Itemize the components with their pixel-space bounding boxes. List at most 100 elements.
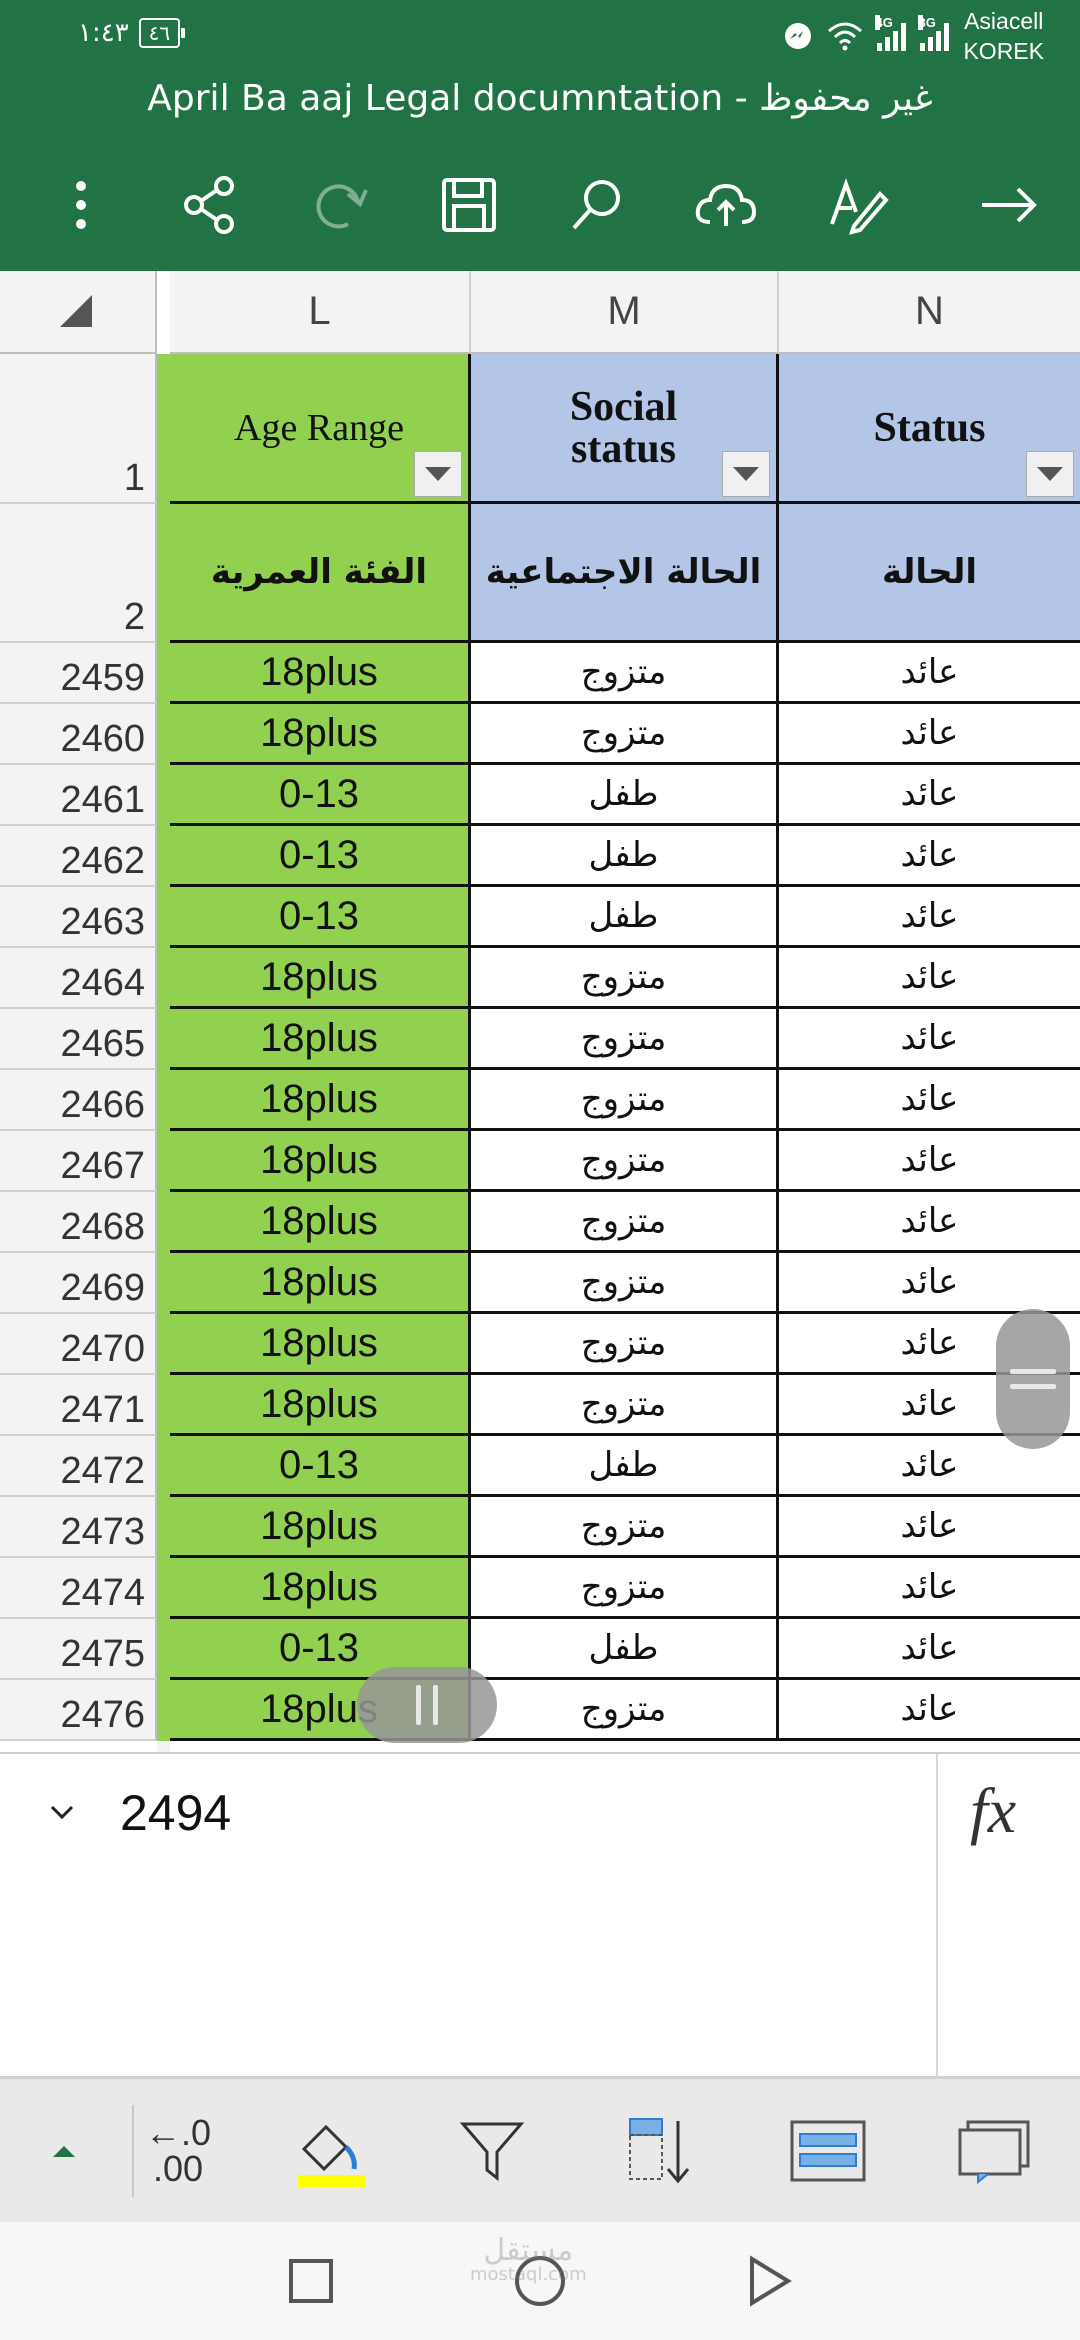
spreadsheet-grid[interactable]: L M N 1 Age Range Social status Status 2… <box>0 271 1080 1752</box>
cell-status[interactable]: عائد <box>779 1192 1080 1253</box>
wrap-text-icon[interactable] <box>778 2079 878 2223</box>
cell-age-range[interactable]: 0-13 <box>170 765 471 826</box>
cell-status[interactable]: عائد <box>779 1131 1080 1192</box>
cell-social-status[interactable]: متزوج <box>471 948 779 1009</box>
forward-arrow-icon[interactable] <box>964 160 1054 250</box>
cell-age-range[interactable]: 18plus <box>170 1009 471 1070</box>
cell-status[interactable]: عائد <box>779 1619 1080 1680</box>
cloud-upload-icon[interactable] <box>680 160 770 250</box>
vertical-scroll-handle[interactable] <box>996 1309 1070 1449</box>
cell-status[interactable]: عائد <box>779 1558 1080 1619</box>
save-icon[interactable] <box>424 160 514 250</box>
header-cell-age-range-ar[interactable]: الفئة العمرية <box>170 504 471 643</box>
formula-input[interactable]: 2494 <box>120 1784 231 1842</box>
chevron-down-icon[interactable] <box>44 1794 80 1830</box>
cell-age-range[interactable]: 18plus <box>170 1497 471 1558</box>
filter-dropdown-icon[interactable] <box>1026 451 1074 497</box>
row-header[interactable]: 2464 <box>0 948 157 1009</box>
row-header[interactable]: 2476 <box>0 1680 157 1741</box>
cell-age-range[interactable]: 18plus <box>170 1375 471 1436</box>
column-header-l[interactable]: L <box>170 271 471 354</box>
cell-social-status[interactable]: متزوج <box>471 1192 779 1253</box>
header-cell-social-status[interactable]: Social status <box>471 354 779 504</box>
cell-social-status[interactable]: متزوج <box>471 1070 779 1131</box>
search-icon[interactable] <box>552 160 642 250</box>
column-header-m[interactable]: M <box>471 271 779 354</box>
cell-status[interactable]: عائد <box>779 1497 1080 1558</box>
cell-age-range[interactable]: 18plus <box>170 1314 471 1375</box>
cell-status[interactable]: عائد <box>779 704 1080 765</box>
share-icon[interactable] <box>164 160 254 250</box>
filter-dropdown-icon[interactable] <box>722 451 770 497</box>
header-cell-social-status-ar[interactable]: الحالة الاجتماعية <box>471 504 779 643</box>
decrease-decimal-icon[interactable]: ←.0 .00 <box>136 2079 220 2223</box>
horizontal-scroll-handle[interactable] <box>357 1667 497 1743</box>
cell-social-status[interactable]: متزوج <box>471 1497 779 1558</box>
draw-icon[interactable] <box>812 160 902 250</box>
select-all-corner[interactable] <box>0 271 157 354</box>
cell-status[interactable]: عائد <box>779 826 1080 887</box>
cell-social-status[interactable]: طفل <box>471 1619 779 1680</box>
row-header[interactable]: 2466 <box>0 1070 157 1131</box>
fx-button[interactable]: fx <box>970 1774 1016 1848</box>
cell-social-status[interactable]: متزوج <box>471 1131 779 1192</box>
cell-social-status[interactable]: متزوج <box>471 1375 779 1436</box>
cell-age-range[interactable]: 18plus <box>170 1558 471 1619</box>
column-header-n[interactable]: N <box>779 271 1080 354</box>
row-header[interactable]: 2460 <box>0 704 157 765</box>
header-cell-status-ar[interactable]: الحالة <box>779 504 1080 643</box>
cell-age-range[interactable]: 0-13 <box>170 887 471 948</box>
cell-social-status[interactable]: متزوج <box>471 704 779 765</box>
cell-status[interactable]: عائد <box>779 643 1080 704</box>
cell-social-status[interactable]: طفل <box>471 826 779 887</box>
cell-status[interactable]: عائد <box>779 948 1080 1009</box>
fill-color-icon[interactable] <box>290 2079 374 2223</box>
cell-social-status[interactable]: طفل <box>471 1436 779 1497</box>
cell-status[interactable]: عائد <box>779 887 1080 948</box>
cell-social-status[interactable]: متزوج <box>471 1680 779 1741</box>
sort-icon[interactable] <box>618 2079 702 2223</box>
row-header[interactable]: 2475 <box>0 1619 157 1680</box>
row-header[interactable]: 2471 <box>0 1375 157 1436</box>
cell-social-status[interactable]: متزوج <box>471 1253 779 1314</box>
cell-age-range[interactable]: 18plus <box>170 1131 471 1192</box>
cell-status[interactable]: عائد <box>779 1009 1080 1070</box>
cell-status[interactable]: عائد <box>779 1070 1080 1131</box>
cell-age-range[interactable]: 0-13 <box>170 826 471 887</box>
recents-button[interactable] <box>276 2222 346 2340</box>
cell-status[interactable]: عائد <box>779 765 1080 826</box>
expand-up-icon[interactable] <box>34 2079 94 2223</box>
cell-social-status[interactable]: متزوج <box>471 1009 779 1070</box>
cell-age-range[interactable]: 18plus <box>170 643 471 704</box>
cell-age-range[interactable]: 0-13 <box>170 1436 471 1497</box>
filter-dropdown-icon[interactable] <box>414 451 462 497</box>
cell-status[interactable]: عائد <box>779 1680 1080 1741</box>
cell-social-status[interactable]: متزوج <box>471 643 779 704</box>
row-header-1[interactable]: 1 <box>0 354 157 504</box>
row-header-2[interactable]: 2 <box>0 504 157 643</box>
comment-icon[interactable] <box>944 2079 1044 2223</box>
row-header[interactable]: 2461 <box>0 765 157 826</box>
row-header[interactable]: 2467 <box>0 1131 157 1192</box>
row-header[interactable]: 2468 <box>0 1192 157 1253</box>
cell-age-range[interactable]: 18plus <box>170 704 471 765</box>
row-header[interactable]: 2473 <box>0 1497 157 1558</box>
row-header[interactable]: 2470 <box>0 1314 157 1375</box>
cell-social-status[interactable]: متزوج <box>471 1558 779 1619</box>
row-header[interactable]: 2474 <box>0 1558 157 1619</box>
cell-age-range[interactable]: 18plus <box>170 948 471 1009</box>
row-header[interactable]: 2469 <box>0 1253 157 1314</box>
back-button[interactable] <box>734 2222 804 2340</box>
redo-icon[interactable] <box>296 160 386 250</box>
row-header[interactable]: 2459 <box>0 643 157 704</box>
row-header[interactable]: 2465 <box>0 1009 157 1070</box>
cell-age-range[interactable]: 18plus <box>170 1253 471 1314</box>
row-header[interactable]: 2463 <box>0 887 157 948</box>
more-icon[interactable] <box>36 160 126 250</box>
row-header[interactable]: 2472 <box>0 1436 157 1497</box>
cell-social-status[interactable]: متزوج <box>471 1314 779 1375</box>
cell-status[interactable]: عائد <box>779 1253 1080 1314</box>
cell-age-range[interactable]: 18plus <box>170 1192 471 1253</box>
row-header[interactable]: 2462 <box>0 826 157 887</box>
cell-social-status[interactable]: طفل <box>471 887 779 948</box>
